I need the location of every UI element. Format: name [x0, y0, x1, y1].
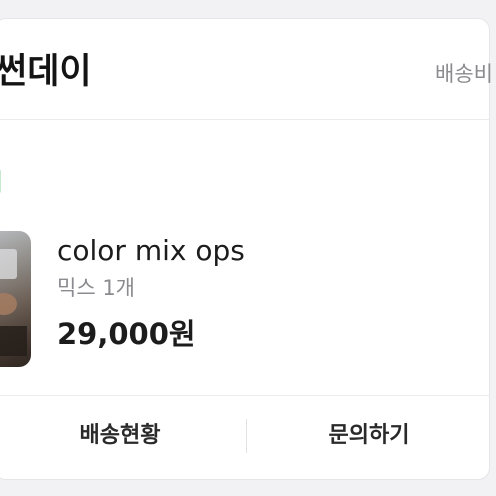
- header-divider: [0, 119, 489, 120]
- order-card: 썬데이 배송비 ㅣ color mix ops 믹스 1개 29,000원 배송…: [0, 18, 493, 480]
- thumbnail-detail: [0, 293, 17, 315]
- thumbnail-detail: [0, 326, 27, 356]
- order-status-label: ㅣ: [0, 167, 1, 197]
- product-thumbnail[interactable]: [0, 231, 31, 367]
- shipping-fee-label: 배송비: [435, 62, 493, 86]
- inquiry-button[interactable]: 문의하기: [247, 397, 491, 475]
- actions-divider: [0, 395, 489, 396]
- delivery-status-button[interactable]: 배송현황: [0, 397, 245, 475]
- thumbnail-detail: [0, 249, 17, 279]
- shop-name[interactable]: 썬데이: [0, 50, 92, 94]
- product-name[interactable]: color mix ops: [57, 231, 245, 271]
- order-header: 썬데이 배송비: [0, 19, 493, 119]
- order-actions: 배송현황 문의하기: [0, 397, 489, 477]
- product-price: 29,000원: [57, 317, 196, 351]
- product-option: 믹스 1개: [57, 276, 135, 300]
